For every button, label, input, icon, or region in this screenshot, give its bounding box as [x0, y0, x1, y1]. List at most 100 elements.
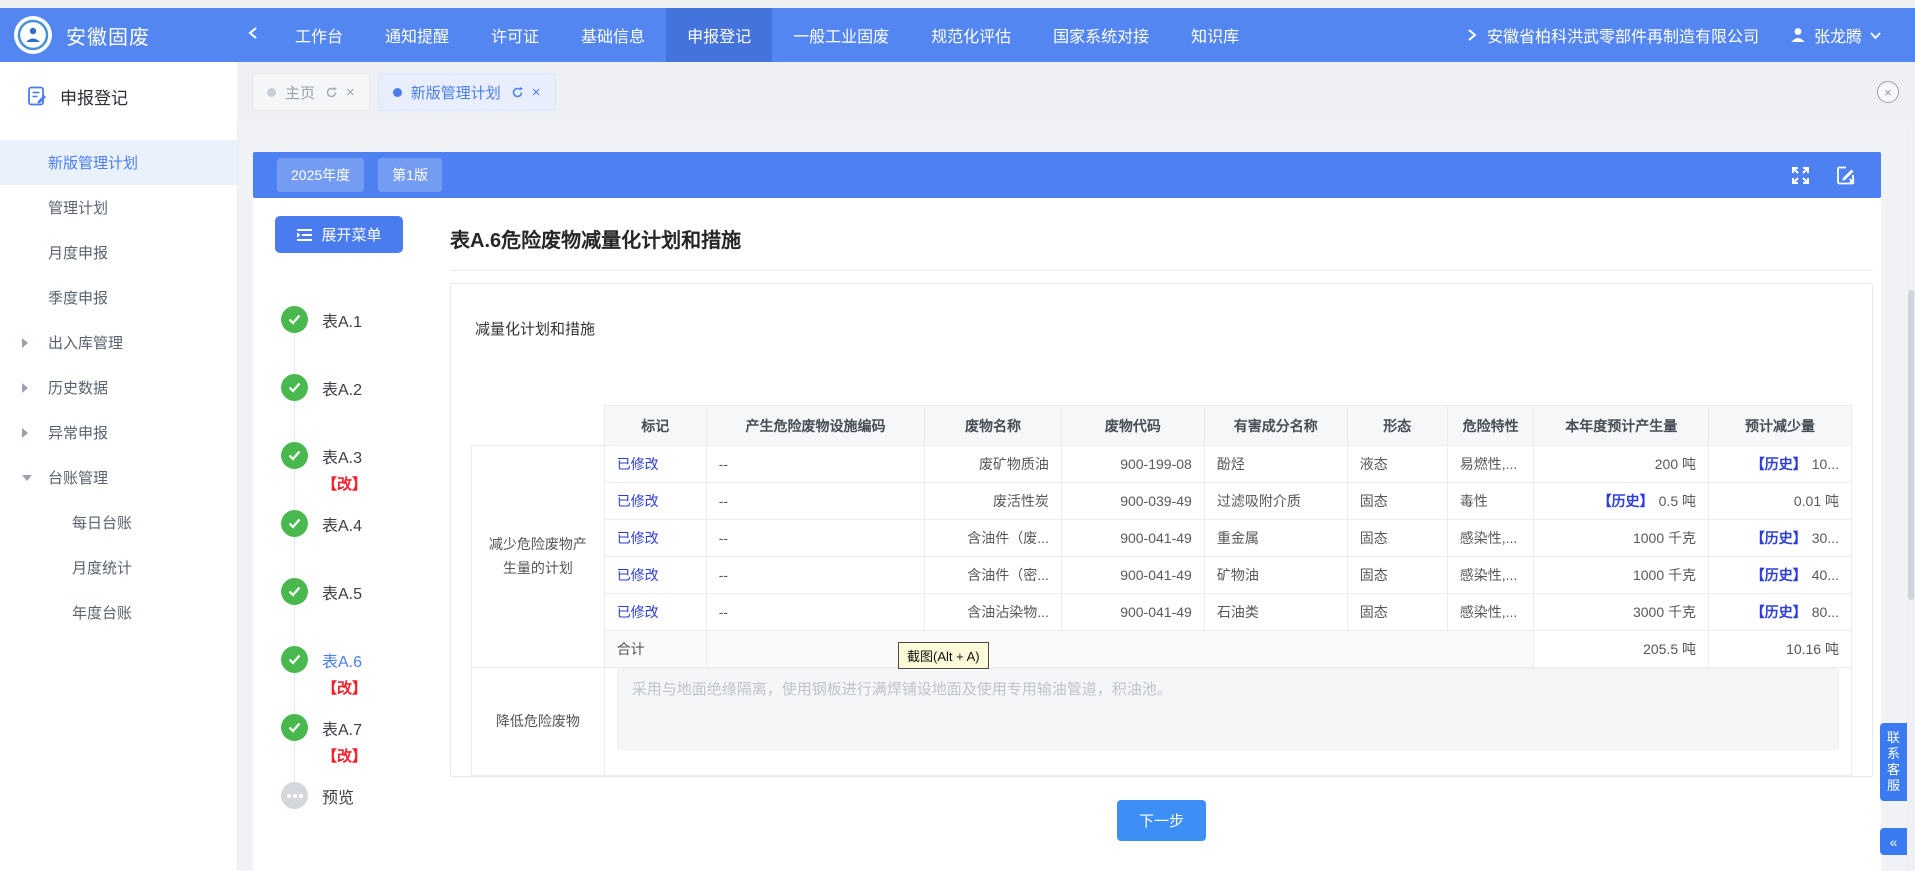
- step-a5[interactable]: 表A.5: [281, 578, 367, 646]
- sidebar-item-annual-ledger[interactable]: 年度台账: [0, 590, 237, 635]
- history-link[interactable]: 【历史】: [1598, 493, 1654, 509]
- fullscreen-icon[interactable]: [1790, 165, 1811, 186]
- topbar: 安徽固废 工作台 通知提醒 许可证 基础信息 申报登记 一般工业固废 规范化评估…: [0, 8, 1915, 62]
- nav-item-national-system[interactable]: 国家系统对接: [1032, 8, 1170, 62]
- content-area: 2025年度 第1版: [238, 122, 1915, 871]
- waste-code-cell: 900-199-08: [1061, 446, 1204, 483]
- mark-link[interactable]: 已修改: [604, 557, 706, 594]
- sidebar-menu: 新版管理计划 管理计划 月度申报 季度申报 出入库管理 历史数据 异常申报 台账…: [0, 130, 237, 635]
- nav-collapse-button[interactable]: [238, 26, 268, 45]
- sidebar-item-inout-warehouse[interactable]: 出入库管理: [0, 320, 237, 365]
- annual-output-cell: 【历史】0.5 吨: [1534, 483, 1709, 520]
- chevron-right-icon: [1467, 28, 1477, 42]
- nav-item-license[interactable]: 许可证: [470, 8, 560, 62]
- nav-item-general-solid-waste[interactable]: 一般工业固废: [772, 8, 910, 62]
- mark-link[interactable]: 已修改: [604, 483, 706, 520]
- next-step-button[interactable]: 下一步: [1117, 800, 1206, 841]
- measures-cell: 采用与地面绝缘隔离，使用钢板进行满焊铺设地面及使用专用输油管道，积油池。: [604, 668, 1851, 776]
- scrollbar[interactable]: [1907, 122, 1915, 871]
- col-header-form: 形态: [1347, 406, 1447, 446]
- scrollbar-thumb[interactable]: [1908, 290, 1914, 600]
- step-a3[interactable]: 表A.3 【改】: [281, 442, 367, 510]
- card-header: 减量化计划和措施: [451, 284, 1872, 339]
- mark-link[interactable]: 已修改: [604, 520, 706, 557]
- component-cell: 酚烃: [1204, 446, 1347, 483]
- waste-name-cell: 含油沾染物...: [925, 594, 1062, 631]
- reduction-table-wrap: 标记 产生危险废物设施编码 废物名称 废物代码 有害成分名称 形态 危险特性 本…: [471, 405, 1852, 776]
- annual-output-cell: 1000 千克: [1534, 557, 1709, 594]
- caret-down-icon: [22, 475, 32, 481]
- step-a6-current[interactable]: 表A.6 【改】: [281, 646, 367, 714]
- nav-item-workbench[interactable]: 工作台: [274, 8, 364, 62]
- hazard-reduction-row: 降低危险废物 采用与地面绝缘隔离，使用钢板进行满焊铺设地面及使用专用输油管道，积…: [472, 668, 1852, 776]
- collapse-sidebar-button[interactable]: «: [1880, 828, 1907, 855]
- reduction-value: 30...: [1812, 530, 1839, 546]
- close-all-tabs-button[interactable]: ×: [1877, 81, 1899, 103]
- sidebar-item-ledger-management[interactable]: 台账管理: [0, 455, 237, 500]
- declaration-form-icon: [26, 85, 48, 107]
- hazard-cell: 感染性,...: [1447, 594, 1534, 631]
- close-icon[interactable]: ×: [532, 85, 541, 100]
- sidebar-item-abnormal-declaration[interactable]: 异常申报: [0, 410, 237, 455]
- step-a2[interactable]: 表A.2: [281, 374, 367, 442]
- window-top-strip: [0, 0, 1915, 8]
- total-row: 合计 205.5 吨 10.16 吨: [472, 631, 1852, 668]
- nav-item-declaration[interactable]: 申报登记: [666, 8, 772, 62]
- step-a1[interactable]: 表A.1: [281, 306, 367, 374]
- caret-right-icon: [22, 383, 28, 393]
- reduction-value: 0.01 吨: [1794, 493, 1839, 509]
- measures-textarea[interactable]: 采用与地面绝缘隔离，使用钢板进行满焊铺设地面及使用专用输油管道，积油池。: [617, 668, 1839, 750]
- sidebar-item-daily-ledger[interactable]: 每日台账: [0, 500, 237, 545]
- step-preview[interactable]: 预览: [281, 782, 367, 850]
- banner-icons: [1790, 164, 1857, 186]
- sidebar-item-monthly-declaration[interactable]: 月度申报: [0, 230, 237, 275]
- hazard-cell: 感染性,...: [1447, 520, 1534, 557]
- nav-item-notifications[interactable]: 通知提醒: [364, 8, 470, 62]
- refresh-icon[interactable]: [511, 86, 524, 99]
- history-link[interactable]: 【历史】: [1751, 567, 1807, 583]
- version-chip[interactable]: 第1版: [378, 158, 442, 192]
- company-selector[interactable]: 安徽省柏科洪武零部件再制造有限公司: [1487, 23, 1759, 47]
- year-chip[interactable]: 2025年度: [277, 158, 364, 192]
- step-label: 表A.6: [322, 648, 362, 672]
- screenshot-tooltip: 截图(Alt + A): [898, 642, 989, 669]
- annual-value: 1000 千克: [1633, 530, 1696, 546]
- sidebar-item-quarterly-declaration[interactable]: 季度申报: [0, 275, 237, 320]
- sidebar-item-history-data[interactable]: 历史数据: [0, 365, 237, 410]
- col-header-waste-name: 废物名称: [925, 406, 1062, 446]
- col-header-waste-code: 废物代码: [1061, 406, 1204, 446]
- total-reduction: 10.16 吨: [1709, 631, 1852, 668]
- mark-link[interactable]: 已修改: [604, 594, 706, 631]
- refresh-icon[interactable]: [325, 86, 338, 99]
- nav-item-standardization-assessment[interactable]: 规范化评估: [910, 8, 1032, 62]
- reduction-cell: 0.01 吨: [1709, 483, 1852, 520]
- tab-home[interactable]: 主页 ×: [252, 73, 370, 111]
- chevron-left-icon: [247, 26, 259, 40]
- step-label: 表A.1: [322, 308, 362, 332]
- step-label: 表A.4: [322, 512, 362, 536]
- history-link[interactable]: 【历史】: [1751, 456, 1807, 472]
- sidebar-header: 申报登记: [0, 62, 237, 130]
- close-icon[interactable]: ×: [346, 85, 355, 100]
- reduction-table: 标记 产生危险废物设施编码 废物名称 废物代码 有害成分名称 形态 危险特性 本…: [471, 405, 1852, 776]
- check-icon: [281, 510, 308, 537]
- sidebar-item-monthly-statistics[interactable]: 月度统计: [0, 545, 237, 590]
- sidebar-item-new-management-plan[interactable]: 新版管理计划: [0, 140, 237, 185]
- history-link[interactable]: 【历史】: [1751, 604, 1807, 620]
- menu-icon: [296, 228, 313, 242]
- sidebar-item-management-plan[interactable]: 管理计划: [0, 185, 237, 230]
- contact-service-tab[interactable]: 联 系 客 服: [1880, 723, 1907, 801]
- mark-link[interactable]: 已修改: [604, 446, 706, 483]
- form-cell: 固态: [1347, 483, 1447, 520]
- step-a7[interactable]: 表A.7 【改】: [281, 714, 367, 782]
- step-a4[interactable]: 表A.4: [281, 510, 367, 578]
- tab-new-management-plan[interactable]: 新版管理计划 ×: [378, 73, 556, 111]
- table-row: 已修改 -- 含油件（废... 900-041-49 重金属 固态 感染性,..…: [472, 520, 1852, 557]
- edit-cancel-icon[interactable]: [1835, 164, 1857, 186]
- component-cell: 矿物油: [1204, 557, 1347, 594]
- nav-item-knowledge-base[interactable]: 知识库: [1170, 8, 1260, 62]
- expand-menu-button[interactable]: 展开菜单: [275, 216, 403, 253]
- history-link[interactable]: 【历史】: [1751, 530, 1807, 546]
- nav-item-basic-info[interactable]: 基础信息: [560, 8, 666, 62]
- user-menu[interactable]: 张龙腾: [1789, 23, 1889, 47]
